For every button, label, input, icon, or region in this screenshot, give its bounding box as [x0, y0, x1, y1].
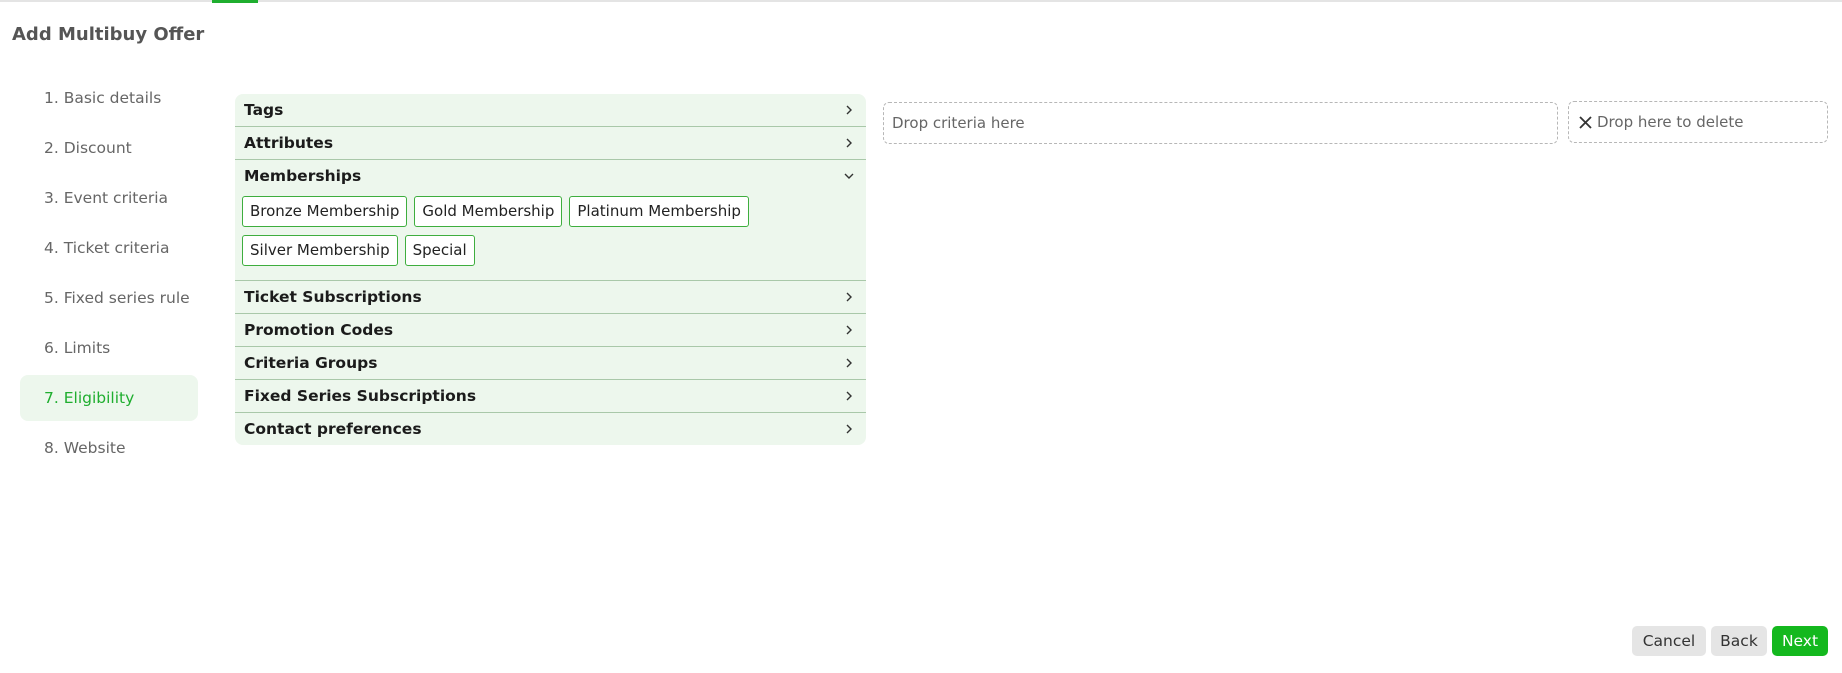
chevron-right-icon [841, 388, 857, 404]
back-button[interactable]: Back [1711, 626, 1767, 656]
section-ticket-subscriptions[interactable]: Ticket Subscriptions [235, 281, 866, 314]
membership-chip-gold[interactable]: Gold Membership [414, 196, 563, 227]
next-button[interactable]: Next [1772, 626, 1828, 656]
criteria-accordion: Tags Attributes Memberships Bronze Membe… [235, 94, 866, 445]
step-fixed-series-rule[interactable]: 5. Fixed series rule [20, 275, 198, 321]
chevron-down-icon [841, 168, 857, 184]
chevron-right-icon [841, 322, 857, 338]
section-criteria-groups[interactable]: Criteria Groups [235, 347, 866, 380]
section-title: Contact preferences [244, 420, 422, 438]
drop-zone-text: Drop criteria here [892, 114, 1025, 132]
delete-zone-text: Drop here to delete [1597, 113, 1744, 131]
delete-drop-zone[interactable]: Drop here to delete [1568, 101, 1828, 143]
chevron-right-icon [841, 421, 857, 437]
page-title: Add Multibuy Offer [12, 24, 205, 45]
section-contact-preferences[interactable]: Contact preferences [235, 413, 866, 445]
section-promotion-codes[interactable]: Promotion Codes [235, 314, 866, 347]
step-ticket-criteria[interactable]: 4. Ticket criteria [20, 225, 198, 271]
section-title: Criteria Groups [244, 354, 378, 372]
step-eligibility[interactable]: 7. Eligibility [20, 375, 198, 421]
step-limits[interactable]: 6. Limits [20, 325, 198, 371]
section-title: Ticket Subscriptions [244, 288, 422, 306]
section-memberships[interactable]: Memberships [235, 160, 866, 192]
memberships-list: Bronze Membership Gold Membership Platin… [235, 192, 866, 281]
section-title: Promotion Codes [244, 321, 394, 339]
step-basic-details[interactable]: 1. Basic details [20, 75, 198, 121]
chevron-right-icon [841, 135, 857, 151]
top-divider [0, 0, 1842, 3]
step-website[interactable]: 8. Website [20, 425, 198, 471]
section-attributes[interactable]: Attributes [235, 127, 866, 160]
steps-nav: 1. Basic details 2. Discount 3. Event cr… [20, 75, 198, 475]
chevron-right-icon [841, 289, 857, 305]
section-title: Memberships [244, 167, 362, 185]
section-fixed-series-subscriptions[interactable]: Fixed Series Subscriptions [235, 380, 866, 413]
chevron-right-icon [841, 102, 857, 118]
section-title: Fixed Series Subscriptions [244, 387, 477, 405]
chevron-right-icon [841, 355, 857, 371]
close-icon [1578, 115, 1593, 130]
active-tab-indicator [212, 0, 258, 3]
section-title: Tags [244, 101, 284, 119]
criteria-drop-zone[interactable]: Drop criteria here [883, 102, 1558, 144]
membership-chip-special[interactable]: Special [404, 235, 475, 266]
membership-chip-silver[interactable]: Silver Membership [242, 235, 398, 266]
membership-chip-platinum[interactable]: Platinum Membership [569, 196, 749, 227]
section-tags[interactable]: Tags [235, 94, 866, 127]
step-event-criteria[interactable]: 3. Event criteria [20, 175, 198, 221]
step-discount[interactable]: 2. Discount [20, 125, 198, 171]
cancel-button[interactable]: Cancel [1632, 626, 1706, 656]
membership-chip-bronze[interactable]: Bronze Membership [242, 196, 408, 227]
section-title: Attributes [244, 134, 334, 152]
